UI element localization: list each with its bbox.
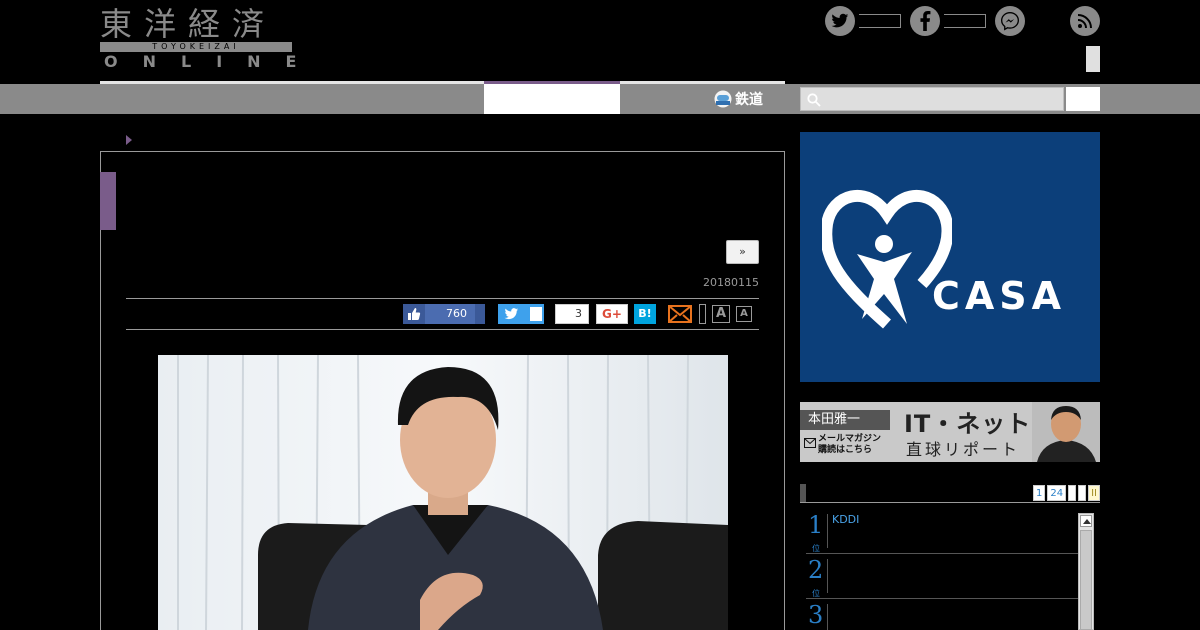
google-plus-button[interactable]: G+ — [596, 304, 628, 324]
divider — [126, 329, 759, 330]
print-button[interactable] — [699, 304, 706, 324]
newsletter-banner[interactable]: 本田雅一 メールマガジン 購読はこちら IT・ネット 直球リポート — [800, 402, 1100, 462]
ranking-header: 1 24 II — [800, 484, 1100, 503]
next-page-button[interactable]: » — [726, 240, 759, 264]
ranking-number: 3位 — [808, 601, 824, 629]
search-input[interactable] — [800, 87, 1064, 111]
messenger-icon[interactable] — [995, 6, 1025, 36]
facebook-count-box — [944, 14, 986, 28]
nav-item-rail[interactable]: 鉄道 — [714, 84, 763, 114]
ad-banner-casa[interactable]: CASA — [800, 132, 1100, 382]
ranking-tabs: 1 24 II — [1032, 485, 1100, 501]
logo-online: ONLINE — [104, 52, 322, 71]
page: 東洋経済 TOYOKEIZAI ONLINE 鉄道 » 20180115 760… — [0, 0, 1200, 630]
ranking-tab-1[interactable]: 1 — [1032, 485, 1046, 501]
envelope-icon — [804, 438, 816, 448]
twitter-bird-icon — [504, 308, 519, 320]
ranking-item[interactable]: 3位 — [806, 600, 1078, 630]
ranking-tab-3[interactable] — [1068, 485, 1077, 501]
search-button[interactable] — [1066, 87, 1100, 111]
rss-icon[interactable] — [1070, 6, 1100, 36]
ranking-tab-24[interactable]: 24 — [1047, 485, 1067, 501]
nav-item-rail-label: 鉄道 — [735, 92, 763, 108]
ranking-separator — [827, 514, 828, 548]
header-menu-toggle[interactable] — [1086, 46, 1100, 72]
ranking-separator — [827, 604, 828, 630]
thumbs-up-icon — [408, 308, 421, 320]
article-date: 20180115 — [703, 276, 759, 289]
breadcrumb-arrow-icon[interactable] — [126, 135, 132, 145]
banner-mail-line2: 購読はこちら — [818, 445, 873, 455]
hatena-bookmark-button[interactable]: B! — [634, 304, 656, 324]
title-accent-bar — [100, 172, 116, 230]
banner-author: 本田雅一 — [800, 410, 890, 430]
tweet-button[interactable] — [498, 304, 544, 324]
ranking-separator — [827, 559, 828, 593]
ranking-item[interactable]: 1位 KDDI — [806, 510, 1078, 554]
train-icon — [714, 90, 732, 108]
facebook-icon[interactable] — [910, 6, 940, 36]
ranking-number: 1位 — [808, 511, 824, 553]
logo-kanji: 東洋経済 — [100, 5, 277, 43]
mail-icon — [668, 305, 692, 323]
site-logo[interactable]: 東洋経済 TOYOKEIZAI ONLINE — [100, 4, 296, 74]
nav-tab-active[interactable] — [484, 84, 620, 114]
banner-subtitle: 直球リポート — [906, 440, 1021, 459]
tweet-count-box — [530, 307, 542, 321]
ranking-header-bar — [800, 484, 806, 502]
banner-title: IT・ネット — [904, 410, 1032, 438]
logo-subtitle: TOYOKEIZAI — [152, 42, 240, 51]
article-photo — [158, 355, 728, 630]
ranking-scrollbar[interactable] — [1078, 513, 1094, 630]
facebook-like-count: 760 — [425, 304, 475, 324]
author-photo — [1032, 402, 1100, 462]
ranking-number: 2位 — [808, 556, 824, 598]
banner-mail-line1: メールマガジン — [818, 434, 882, 444]
twitter-icon[interactable] — [825, 6, 855, 36]
ranking-tab-5[interactable]: II — [1088, 485, 1100, 501]
search-icon — [807, 93, 821, 107]
ad-brand-text: CASA — [932, 274, 1067, 318]
mail-share-button[interactable] — [668, 304, 692, 324]
divider — [126, 298, 759, 299]
scroll-up-arrow-icon[interactable] — [1080, 515, 1092, 527]
ranking-item[interactable]: 2位 — [806, 555, 1078, 599]
twitter-count-box — [859, 14, 901, 28]
hatena-count-box[interactable]: 3 — [555, 304, 589, 324]
ranking-tab-4[interactable] — [1078, 485, 1087, 501]
scroll-thumb[interactable] — [1080, 530, 1092, 630]
ranking-headline[interactable]: KDDI — [832, 513, 859, 526]
font-size-large-button[interactable]: A — [712, 305, 730, 323]
ranking-list: 1位 KDDI 2位 3位 — [806, 510, 1078, 630]
facebook-like-button[interactable]: 760 — [403, 304, 485, 324]
font-size-small-button[interactable]: A — [736, 306, 752, 322]
banner-mail-text: メールマガジン 購読はこちら — [818, 434, 881, 456]
